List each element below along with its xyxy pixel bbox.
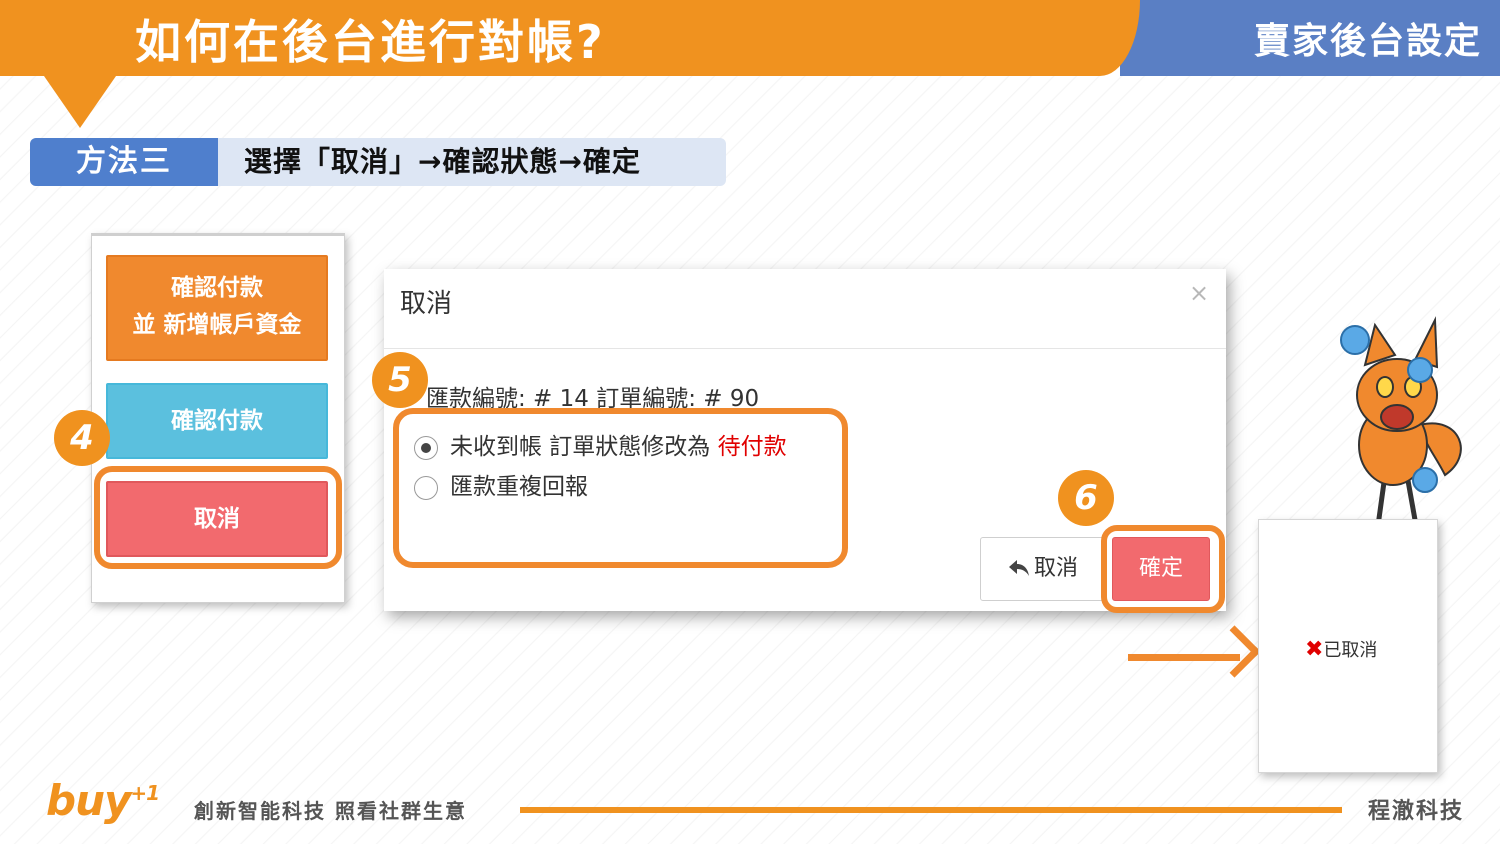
confirm-add-label-line2: 並 新增帳戶資金 bbox=[132, 312, 302, 338]
buy-plus-one-logo: buy+1 bbox=[46, 776, 160, 825]
cancelled-status-label: 已取消 bbox=[1323, 640, 1378, 661]
method-tag: 方法三 bbox=[30, 138, 218, 186]
section-title: 賣家後台設定 bbox=[1253, 21, 1482, 62]
reply-arrow-icon bbox=[1008, 560, 1029, 576]
dialog-cancel-button[interactable]: 取消 bbox=[980, 537, 1106, 601]
confirm-button-highlight bbox=[1101, 525, 1225, 613]
fox-mascot-icon bbox=[1340, 316, 1462, 545]
x-mark-icon: ✖ bbox=[1305, 637, 1324, 662]
dialog-cancel-label: 取消 bbox=[1033, 556, 1078, 581]
page-title: 如何在後台進行對帳? bbox=[135, 15, 606, 69]
radio-options-highlight bbox=[393, 408, 848, 568]
cancelled-status: ✖已取消 bbox=[1305, 636, 1377, 662]
header-pointer bbox=[44, 76, 116, 128]
arrow-head bbox=[1208, 625, 1261, 678]
step-6-badge: 6 bbox=[1058, 470, 1114, 526]
step-4-badge: 4 bbox=[54, 410, 110, 466]
order-status-card: ✖已取消 bbox=[1258, 519, 1438, 773]
dialog-title: 取消 bbox=[400, 289, 453, 319]
method-description: 選擇「取消」→確認狀態→確定 bbox=[218, 138, 726, 186]
cancel-button-highlight bbox=[94, 466, 342, 569]
dialog-divider bbox=[384, 348, 1226, 349]
close-icon[interactable]: × bbox=[1189, 279, 1209, 307]
footer-divider bbox=[520, 807, 1342, 813]
company-name: 程澈科技 bbox=[1368, 799, 1465, 824]
confirm-add-label-line1: 確認付款 bbox=[171, 275, 263, 301]
company-slogan: 創新智能科技 照看社群生意 bbox=[194, 799, 467, 823]
confirm-payment-button[interactable]: 確認付款 bbox=[106, 383, 328, 459]
confirm-payment-add-funds-button[interactable]: 確認付款 並 新增帳戶資金 bbox=[106, 255, 328, 361]
step-5-badge: 5 bbox=[372, 352, 428, 408]
